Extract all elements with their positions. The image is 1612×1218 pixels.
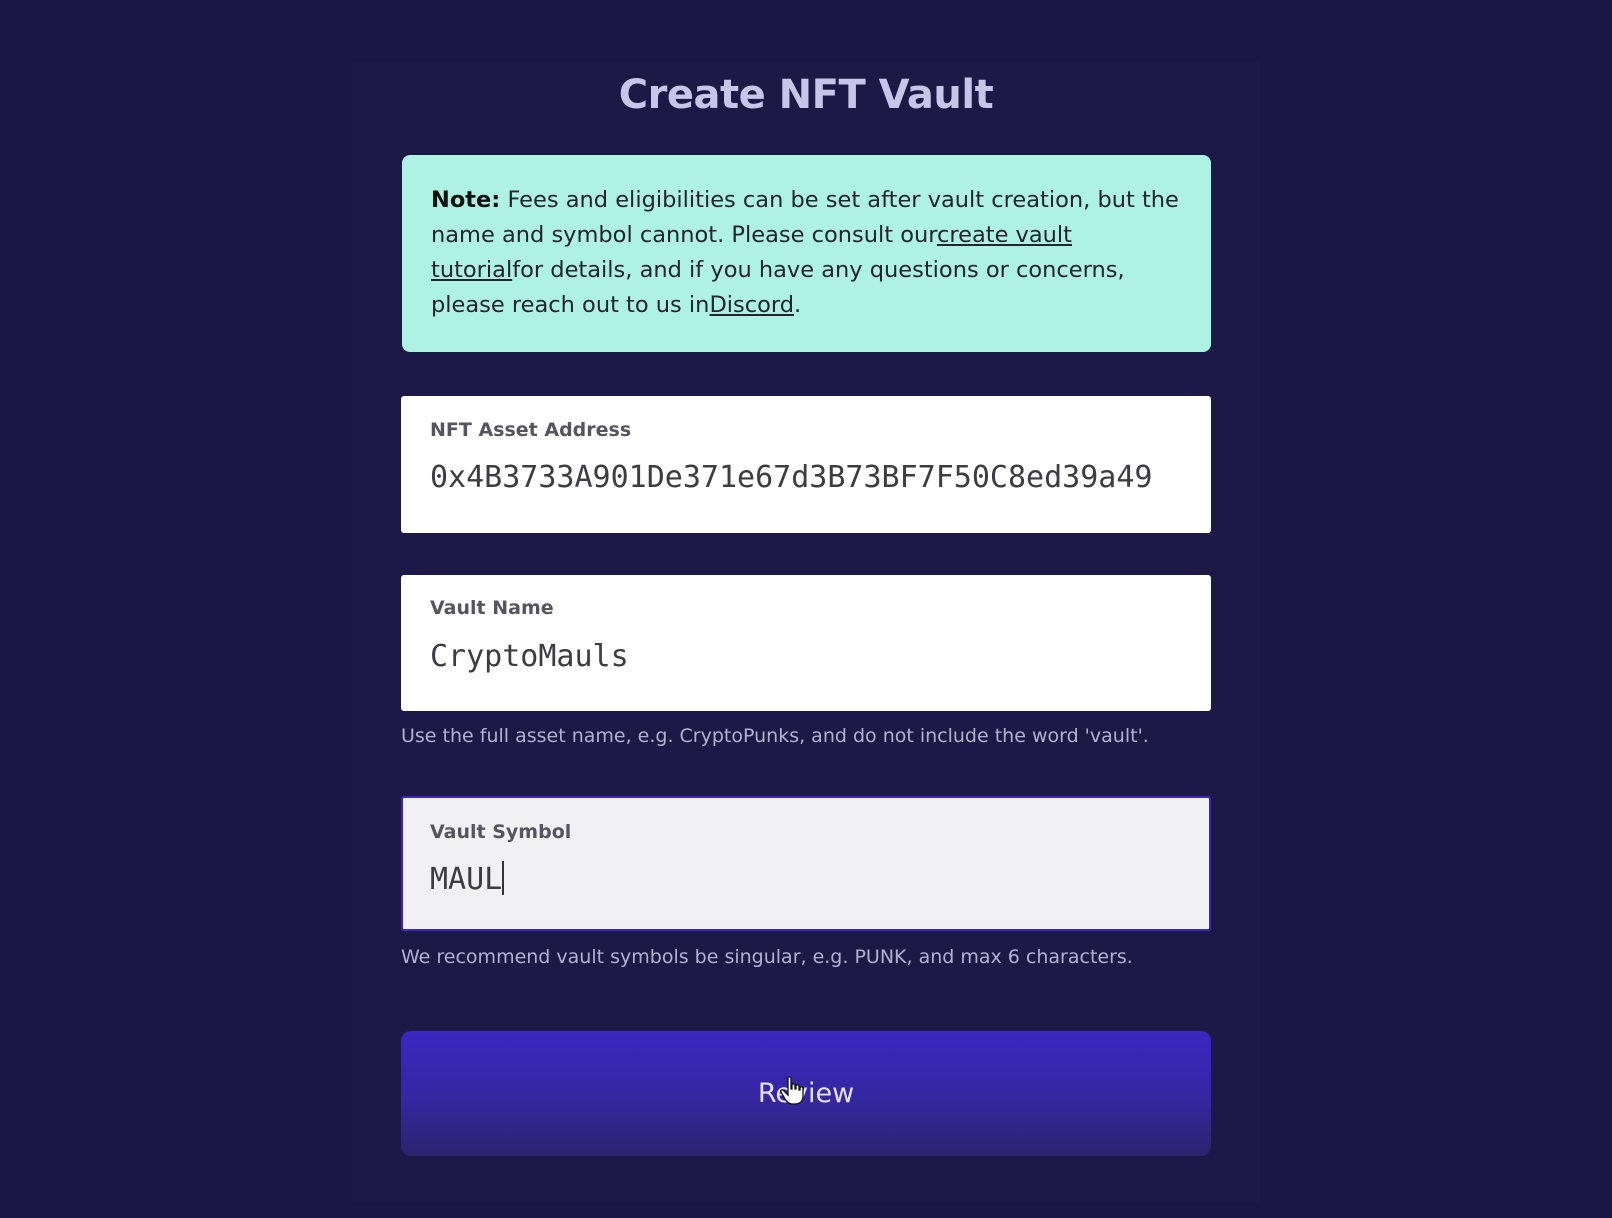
discord-link[interactable]: Discord (709, 292, 794, 318)
note-label: Note: (431, 187, 501, 213)
vault-name-field[interactable]: Vault Name CryptoMauls (401, 575, 1211, 711)
review-button[interactable]: Review (401, 1031, 1211, 1156)
page: Create NFT Vault Note: Fees and eligibil… (0, 0, 1612, 1218)
asset-address-field[interactable]: NFT Asset Address 0x4B3733A901De371e67d3… (401, 396, 1211, 533)
note-box: Note: Fees and eligibilities can be set … (402, 155, 1211, 352)
hand-pointer-icon (780, 1076, 804, 1105)
asset-address-label: NFT Asset Address (430, 419, 632, 441)
review-button-label: Review (757, 1078, 855, 1109)
note-text-3: . (794, 292, 802, 318)
vault-symbol-field[interactable]: Vault Symbol MAUL (401, 796, 1211, 931)
vault-symbol-input[interactable]: MAUL (430, 861, 1182, 897)
text-cursor (502, 861, 505, 895)
vault-symbol-hint: We recommend vault symbols be singular, … (401, 946, 1133, 968)
vault-symbol-value: MAUL (430, 862, 503, 897)
vault-symbol-label: Vault Symbol (430, 821, 572, 843)
vault-name-hint: Use the full asset name, e.g. CryptoPunk… (401, 725, 1149, 747)
vault-name-input[interactable]: CryptoMauls (430, 639, 1182, 674)
asset-address-input[interactable]: 0x4B3733A901De371e67d3B73BF7F50C8ed39a49 (430, 460, 1182, 495)
page-title: Create NFT Vault (618, 72, 994, 118)
vault-name-label: Vault Name (430, 597, 554, 619)
